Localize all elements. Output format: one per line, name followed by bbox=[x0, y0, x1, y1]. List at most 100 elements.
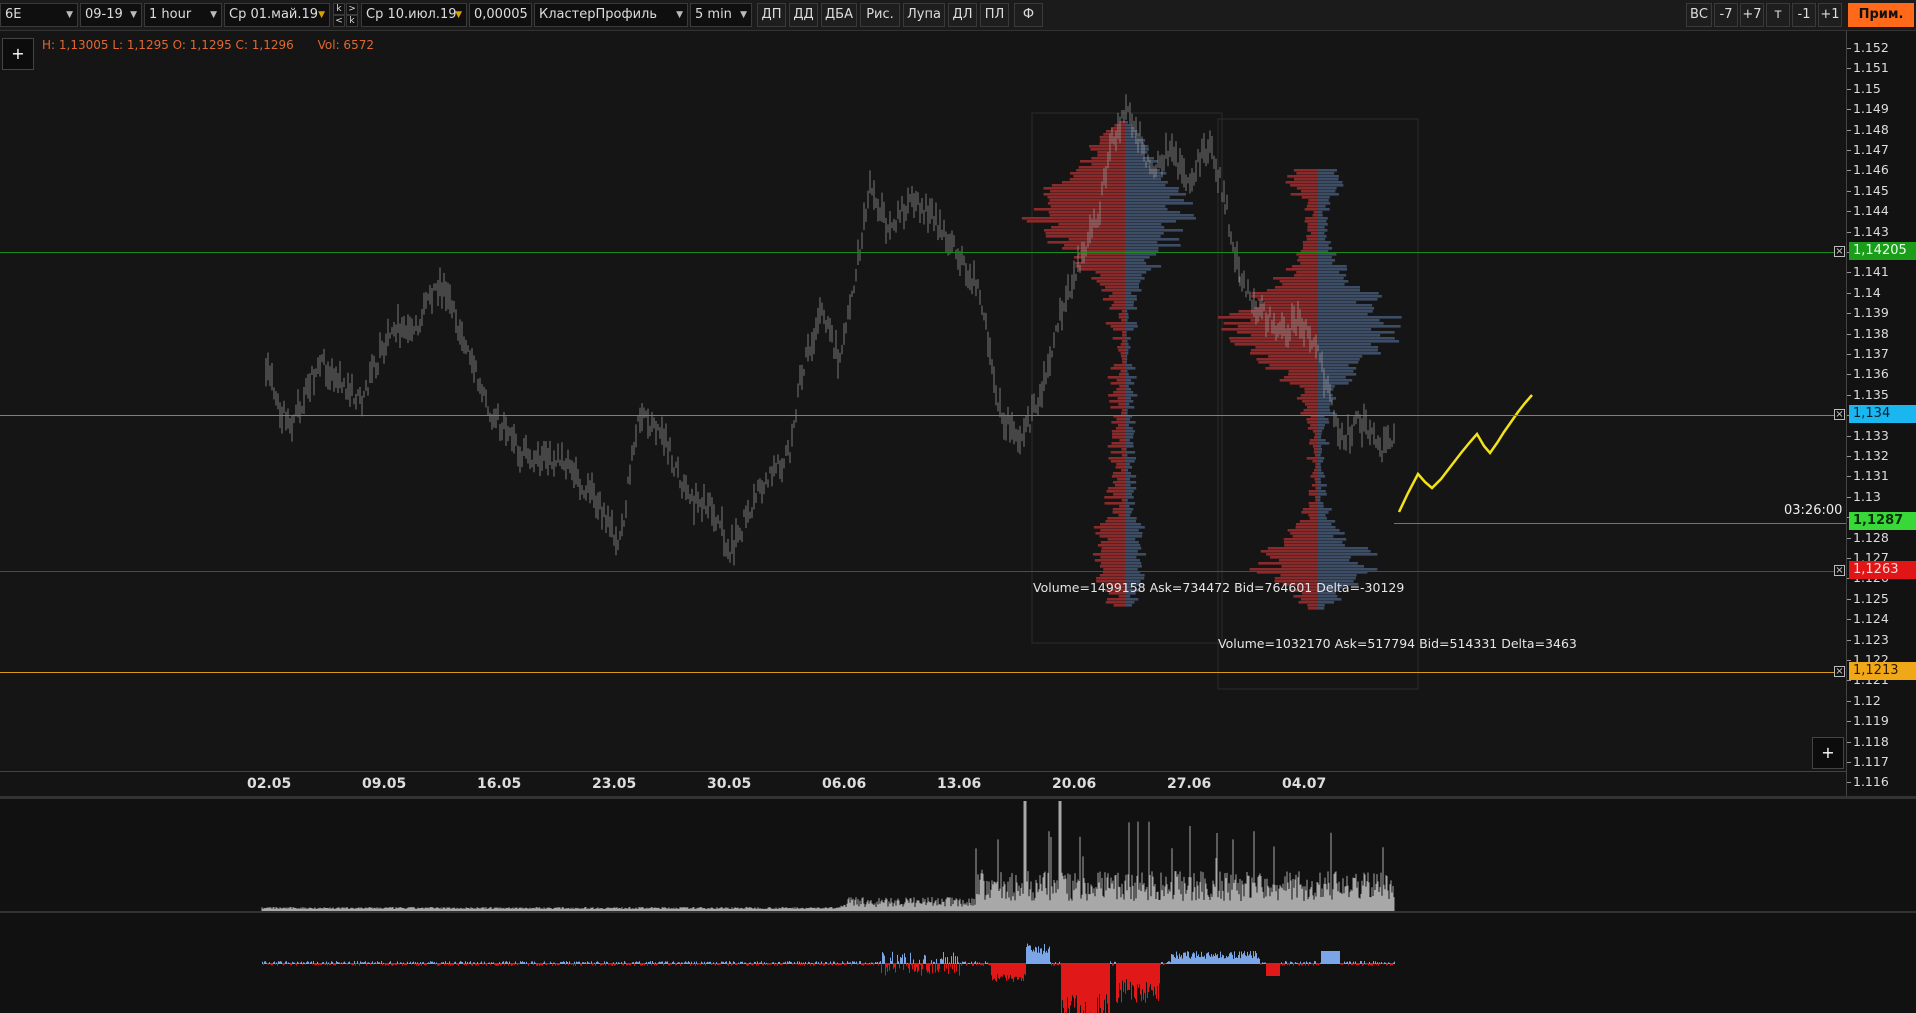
ohlc-values: H: 1,13005 L: 1,1295 O: 1,1295 C: 1,1296 bbox=[42, 38, 294, 52]
price-tick: 1.124 bbox=[1847, 611, 1889, 627]
level-line-blue[interactable] bbox=[0, 415, 1840, 416]
chevron-down-icon: ▼ bbox=[66, 10, 73, 20]
level-tag-red: 1,1263 bbox=[1849, 561, 1916, 579]
minus7-button[interactable]: -7 bbox=[1714, 3, 1738, 27]
price-tick: 1.132 bbox=[1847, 448, 1889, 463]
price-tick: 1.119 bbox=[1847, 713, 1889, 729]
price-tick: 1.137 bbox=[1847, 346, 1889, 361]
remove-level-icon[interactable]: × bbox=[1834, 666, 1845, 677]
add-panel-button[interactable]: + bbox=[1812, 737, 1844, 769]
level-tag-green: 1,14205 bbox=[1849, 242, 1916, 260]
remove-level-icon[interactable]: × bbox=[1834, 409, 1845, 420]
level-tag-orange: 1,1213 bbox=[1849, 662, 1916, 680]
dl-button[interactable]: ДЛ bbox=[948, 3, 977, 27]
price-tick: 1.128 bbox=[1847, 529, 1889, 545]
chevron-down-icon: ▼ bbox=[318, 10, 325, 20]
timeframe-select[interactable]: 1 hour ▼ bbox=[144, 3, 222, 27]
chevron-down-icon: ▼ bbox=[740, 10, 747, 20]
profile-2-stats: Volume=1032170 Ask=517794 Bid=514331 Del… bbox=[1218, 636, 1577, 651]
step-forward-button[interactable]: > bbox=[346, 3, 358, 15]
timeframe-value: 1 hour bbox=[149, 7, 192, 22]
date-tick: 02.05 bbox=[247, 776, 292, 792]
draw-button[interactable]: Рис. bbox=[860, 3, 900, 27]
toolbar: 6E ▼ 09-19 ▼ 1 hour ▼ Ср 01.май.19 ▼ k > < k… bbox=[0, 0, 1916, 31]
all-button[interactable]: ВС bbox=[1686, 3, 1712, 27]
price-tick: 1.138 bbox=[1847, 325, 1889, 341]
price-tick: 1.133 bbox=[1847, 427, 1889, 443]
dp-button[interactable]: ДП bbox=[757, 3, 786, 27]
price-tick: 1.152 bbox=[1847, 40, 1889, 55]
price-tick: 1.135 bbox=[1847, 386, 1889, 402]
level-line-orange[interactable] bbox=[0, 672, 1840, 673]
date-tick: 16.05 bbox=[477, 776, 522, 792]
price-tick: 1.136 bbox=[1847, 366, 1889, 382]
level-tag-current: 1,1287 bbox=[1849, 512, 1916, 530]
contract-select[interactable]: 09-19 ▼ bbox=[80, 3, 142, 27]
date-tick: 20.06 bbox=[1052, 776, 1097, 792]
tick-size-input[interactable]: 0,00005 bbox=[469, 3, 532, 27]
plus7-button[interactable]: +7 bbox=[1740, 3, 1764, 27]
date-tick: 30.05 bbox=[707, 776, 752, 792]
level-line-green[interactable] bbox=[0, 252, 1840, 253]
symbol-value: 6E bbox=[5, 7, 22, 22]
chevron-down-icon: ▼ bbox=[210, 10, 217, 20]
price-chart-area[interactable] bbox=[0, 31, 1846, 771]
dba-button[interactable]: ДБА bbox=[821, 3, 857, 27]
date-tick: 04.07 bbox=[1282, 776, 1327, 792]
t-button[interactable]: т bbox=[1766, 3, 1790, 27]
magnifier-button[interactable]: Лупа bbox=[903, 3, 945, 27]
step-back-button[interactable]: < bbox=[333, 15, 345, 27]
price-tick: 1.143 bbox=[1847, 223, 1889, 239]
volume-value: Vol: 6572 bbox=[317, 38, 374, 52]
price-tick: 1.145 bbox=[1847, 182, 1889, 198]
ohlc-info: H: 1,13005 L: 1,1295 O: 1,1295 C: 1,1296… bbox=[42, 38, 374, 52]
cluster-period-value: 5 min bbox=[695, 7, 732, 22]
date-axis[interactable]: 02.05 09.05 16.05 23.05 30.05 06.06 13.06 20.06… bbox=[0, 771, 1846, 797]
level-line-red[interactable] bbox=[0, 571, 1840, 572]
date-tick: 09.05 bbox=[362, 776, 407, 792]
cluster-period-select[interactable]: 5 min ▼ bbox=[690, 3, 752, 27]
price-tick: 1.118 bbox=[1847, 733, 1889, 749]
chart-type-select[interactable]: КластерПрофиль ▼ bbox=[534, 3, 688, 27]
price-tick: 1.147 bbox=[1847, 142, 1889, 157]
k-back-button[interactable]: k bbox=[346, 15, 358, 27]
profile-1-stats: Volume=1499158 Ask=734472 Bid=764601 Del… bbox=[1033, 580, 1405, 595]
plus1-button[interactable]: +1 bbox=[1818, 3, 1842, 27]
pl-button[interactable]: ПЛ bbox=[980, 3, 1009, 27]
date-tick: 06.06 bbox=[822, 776, 867, 792]
chart-type-value: КластерПрофиль bbox=[539, 7, 657, 22]
price-tick: 1.15 bbox=[1847, 80, 1881, 96]
chevron-down-icon: ▼ bbox=[130, 10, 137, 20]
chevron-down-icon: ▼ bbox=[676, 10, 683, 20]
price-tick: 1.117 bbox=[1847, 754, 1889, 769]
price-tick: 1.123 bbox=[1847, 631, 1889, 647]
apply-button[interactable]: Прим. bbox=[1848, 3, 1914, 27]
price-tick: 1.151 bbox=[1847, 60, 1889, 76]
price-tick: 1.148 bbox=[1847, 121, 1889, 137]
price-tick: 1.144 bbox=[1847, 203, 1889, 219]
price-tick: 1.146 bbox=[1847, 162, 1889, 178]
minus1-button[interactable]: -1 bbox=[1792, 3, 1816, 27]
date-to-value: Ср 10.июл.19 bbox=[366, 7, 457, 22]
remove-level-icon[interactable]: × bbox=[1834, 246, 1845, 257]
chevron-down-icon: ▼ bbox=[455, 10, 462, 20]
price-tick: 1.12 bbox=[1847, 692, 1881, 708]
add-indicator-button[interactable]: + bbox=[2, 38, 34, 70]
price-tick: 1.13 bbox=[1847, 488, 1881, 504]
symbol-select[interactable]: 6E ▼ bbox=[0, 3, 78, 27]
date-from-picker[interactable]: Ср 01.май.19 ▼ bbox=[224, 3, 330, 27]
forecast-drawing bbox=[1397, 394, 1533, 513]
bar-timer: 03:26:00 bbox=[1784, 503, 1843, 518]
date-tick: 27.06 bbox=[1167, 776, 1212, 792]
dd-button[interactable]: ДД bbox=[789, 3, 818, 27]
date-to-picker[interactable]: Ср 10.июл.19 ▼ bbox=[361, 3, 467, 27]
price-tick: 1.116 bbox=[1847, 774, 1889, 790]
price-tick: 1.131 bbox=[1847, 468, 1889, 484]
volume-profile-2 bbox=[1218, 169, 1402, 610]
price-tick: 1.141 bbox=[1847, 264, 1889, 280]
filter-button[interactable]: Ф bbox=[1014, 3, 1043, 27]
k-forward-button[interactable]: k bbox=[333, 3, 345, 15]
delta-histogram bbox=[262, 943, 1395, 1013]
tick-size-value: 0,00005 bbox=[474, 7, 528, 22]
remove-level-icon[interactable]: × bbox=[1834, 565, 1845, 576]
